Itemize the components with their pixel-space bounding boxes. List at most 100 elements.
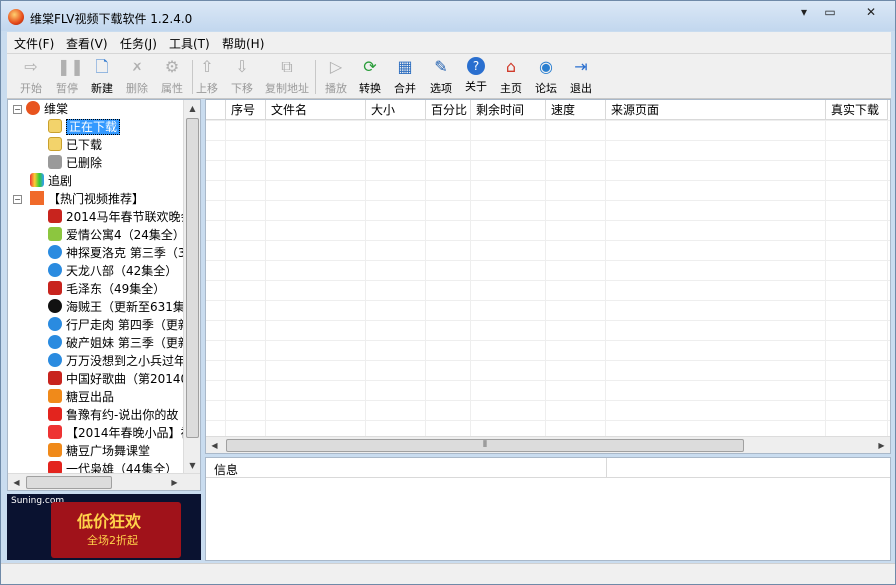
folder-download-icon [48, 119, 62, 133]
tree-item-downloaded[interactable]: 已下载 [48, 136, 102, 154]
title-bar[interactable]: 维棠FLV视频下载软件 1.2.4.0 ▾ ▭ ✕ [1, 1, 895, 31]
start-button[interactable]: ⇨ 开始 [13, 57, 49, 97]
about-icon: ? [467, 57, 485, 75]
tree-item-hot-video[interactable]: 鲁豫有约-说出你的故 [48, 406, 178, 424]
ad-banner[interactable]: Suning.com 低价狂欢 全场2折起 [7, 494, 201, 560]
exit-button[interactable]: ⇥ 退出 [563, 57, 599, 97]
info-header: 信息 [206, 458, 890, 478]
options-button[interactable]: ✎ 选项 [423, 57, 459, 97]
tree-item-downloading[interactable]: 正在下载 [48, 118, 121, 136]
tree-item-hot-video[interactable]: 糖豆出品 [48, 388, 114, 406]
convert-button[interactable]: ⟳ 转换 [352, 57, 388, 97]
grid-row-line [206, 380, 890, 381]
play-media-icon: ▷ [329, 57, 343, 76]
menu-tools[interactable]: 工具(T) [169, 35, 210, 52]
grid-row-line [206, 220, 890, 221]
tree-item-hot-video[interactable]: 天龙八部（42集全） [48, 262, 177, 280]
scrollbar-thumb[interactable] [26, 476, 112, 489]
exit-icon: ⇥ [574, 57, 588, 76]
column-header[interactable]: 序号 [226, 100, 266, 120]
homepage-button[interactable]: ⌂ 主页 [493, 57, 529, 97]
scrollbar-thumb[interactable] [186, 118, 199, 438]
grid-row-line [206, 400, 890, 401]
tree-item-hot-video[interactable]: 糖豆广场舞课堂 [48, 442, 150, 460]
column-header[interactable]: 文件名 [266, 100, 366, 120]
tree-vertical-scrollbar[interactable]: ▲ ▼ [183, 100, 200, 474]
tree-item-hot-video[interactable]: 中国好歌曲（第20140 [48, 370, 188, 388]
menu-task[interactable]: 任务(J) [120, 35, 157, 52]
app-logo-icon [26, 101, 40, 115]
youku-icon [48, 299, 62, 313]
tree-item-deleted[interactable]: 已删除 [48, 154, 102, 172]
tree-item-hot-video[interactable]: 【2014年春晚小品】视 [48, 424, 193, 442]
menu-help[interactable]: 帮助(H) [222, 35, 264, 52]
copy-address-button[interactable]: ⧉ 复制地址 [263, 57, 311, 97]
scroll-down-arrow-icon[interactable]: ▼ [184, 457, 200, 474]
move-up-icon: ⇧ [200, 57, 214, 76]
column-header[interactable] [206, 100, 226, 120]
scroll-up-arrow-icon[interactable]: ▲ [184, 100, 200, 117]
app-logo-icon [8, 9, 24, 25]
minimize-button[interactable]: ▾ [793, 3, 815, 21]
column-header[interactable]: 剩余时间 [471, 100, 546, 120]
pause-button[interactable]: ❚❚ 暂停 [49, 57, 85, 97]
scroll-right-arrow-icon[interactable]: ▶ [873, 437, 890, 453]
category-tree[interactable]: − 维棠 正在下载 已下载 已删除 追剧 − 【热门视频推荐】 2014马年春节… [7, 99, 201, 491]
folder-icon [48, 137, 62, 151]
play-button[interactable]: ▷ 播放 [318, 57, 354, 97]
app-window: 维棠FLV视频下载软件 1.2.4.0 ▾ ▭ ✕ 文件(F) 查看(V) 任务… [0, 0, 896, 585]
menu-file[interactable]: 文件(F) [14, 35, 54, 52]
column-header[interactable]: 速度 [546, 100, 606, 120]
tangdou-icon [48, 389, 62, 403]
properties-button[interactable]: ⚙ 属性 [154, 57, 190, 97]
grid-row-line [206, 160, 890, 161]
new-button[interactable]: 🗋 新建 [84, 57, 120, 97]
about-button[interactable]: ? 关于 [458, 57, 494, 97]
tree-item-drama[interactable]: 追剧 [30, 172, 72, 190]
scroll-right-arrow-icon[interactable]: ▶ [166, 474, 183, 490]
trash-icon [48, 155, 62, 169]
column-header[interactable]: 大小 [366, 100, 426, 120]
tree-item-hot-video[interactable]: 万万没想到之小兵过年 [48, 352, 186, 370]
merge-button[interactable]: ▦ 合并 [387, 57, 423, 97]
tree-item-hot-video[interactable]: 2014马年春节联欢晚会 [48, 208, 193, 226]
grid-column-line [225, 120, 226, 436]
tree-horizontal-scrollbar[interactable]: ◀ ▶ [8, 473, 200, 490]
maximize-button[interactable]: ▭ [819, 3, 841, 21]
list-horizontal-scrollbar[interactable]: ◀ ⦀ ▶ [206, 436, 890, 453]
tree-item-hot-video[interactable]: 行尸走肉 第四季（更新 [48, 316, 190, 334]
move-down-button[interactable]: ⇩ 下移 [224, 57, 260, 97]
tree-item-hot-group[interactable]: 【热门视频推荐】 [30, 190, 144, 208]
tudou-icon [48, 263, 62, 277]
tree-item-hot-video[interactable]: 海贼王（更新至631集 [48, 298, 185, 316]
tree-item-hot-video[interactable]: 破产姐妹 第三季（更新 [48, 334, 190, 352]
scroll-left-arrow-icon[interactable]: ◀ [206, 437, 223, 453]
column-header[interactable]: 来源页面 [606, 100, 826, 120]
close-button[interactable]: ✕ [851, 3, 891, 21]
forum-button[interactable]: ◉ 论坛 [528, 57, 564, 97]
homepage-icon: ⌂ [505, 57, 517, 76]
tree-item-hot-video[interactable]: 爱情公寓4（24集全） [48, 226, 185, 244]
grid-column-line [470, 120, 471, 436]
grid-column-line [545, 120, 546, 436]
column-header[interactable]: 真实下载 [826, 100, 888, 120]
download-list[interactable]: 序号 文件名 大小 百分比 剩余时间 速度 来源页面 真实下载 ◀ ⦀ ▶ [205, 99, 891, 454]
delete-button[interactable]: 🗶 删除 [119, 57, 155, 97]
scrollbar-thumb[interactable]: ⦀ [226, 439, 744, 452]
collapse-toggle[interactable]: − [13, 195, 22, 204]
tree-root[interactable]: 维棠 [26, 100, 68, 118]
move-down-icon: ⇩ [235, 57, 249, 76]
tree-item-hot-video[interactable]: 毛泽东（49集全） [48, 280, 165, 298]
grid-row-line [206, 340, 890, 341]
tree-item-hot-video[interactable]: 神探夏洛克 第三季（3 [48, 244, 185, 262]
grid-column-line [887, 120, 888, 436]
copy-address-icon: ⧉ [281, 57, 293, 76]
move-up-button[interactable]: ⇧ 上移 [189, 57, 225, 97]
menu-view[interactable]: 查看(V) [66, 35, 108, 52]
cctv-icon [48, 371, 62, 385]
ad-headline: 低价狂欢 [77, 512, 142, 531]
column-header[interactable]: 百分比 [426, 100, 471, 120]
info-panel: 信息 [205, 457, 891, 561]
collapse-toggle[interactable]: − [13, 105, 22, 114]
scroll-left-arrow-icon[interactable]: ◀ [8, 474, 25, 490]
